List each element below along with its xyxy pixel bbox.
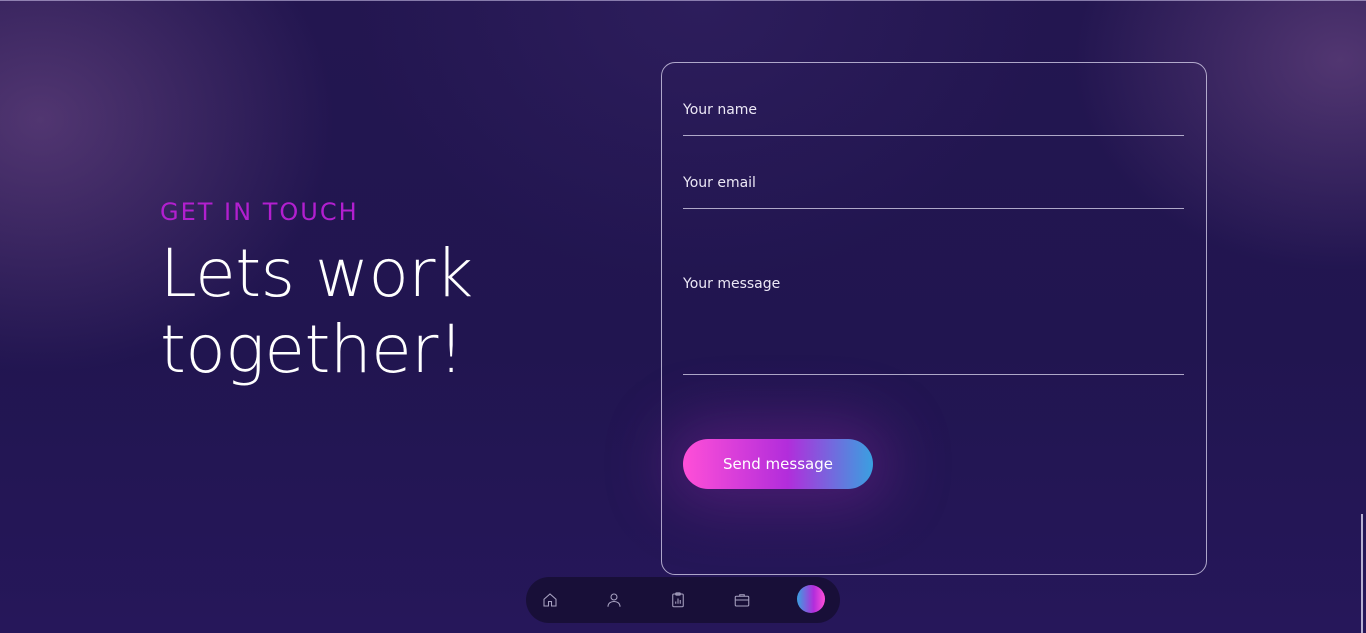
headline-line-2: together!: [160, 311, 464, 388]
email-field-wrapper: [683, 172, 1184, 209]
dock-contact-link-active[interactable]: [797, 585, 825, 613]
user-icon: [607, 593, 621, 607]
send-message-button[interactable]: Send message: [683, 439, 873, 489]
dock-about-link[interactable]: [602, 588, 626, 612]
briefcase-icon: [734, 594, 750, 607]
headline-line-1: Lets work: [160, 235, 473, 312]
dock-work-link[interactable]: [730, 588, 754, 612]
page-title: Lets work together!: [160, 236, 600, 388]
name-input[interactable]: [683, 99, 1184, 121]
name-field-wrapper: [683, 99, 1184, 136]
email-input[interactable]: [683, 172, 1184, 194]
section-eyebrow: GET IN TOUCH: [160, 198, 359, 226]
home-icon: [543, 593, 557, 607]
hero-section: GET IN TOUCH Lets work together!: [160, 198, 600, 388]
contact-form: Send message: [661, 62, 1207, 575]
dock-resume-link[interactable]: [666, 588, 690, 612]
message-textarea[interactable]: [683, 276, 1184, 366]
top-divider: [0, 0, 1366, 1]
scrollbar-thumb[interactable]: [1361, 514, 1363, 633]
message-field-wrapper: [683, 276, 1184, 375]
clipboard-chart-icon: [672, 592, 684, 608]
dock-home-link[interactable]: [538, 588, 562, 612]
bottom-dock-nav: [526, 577, 840, 623]
